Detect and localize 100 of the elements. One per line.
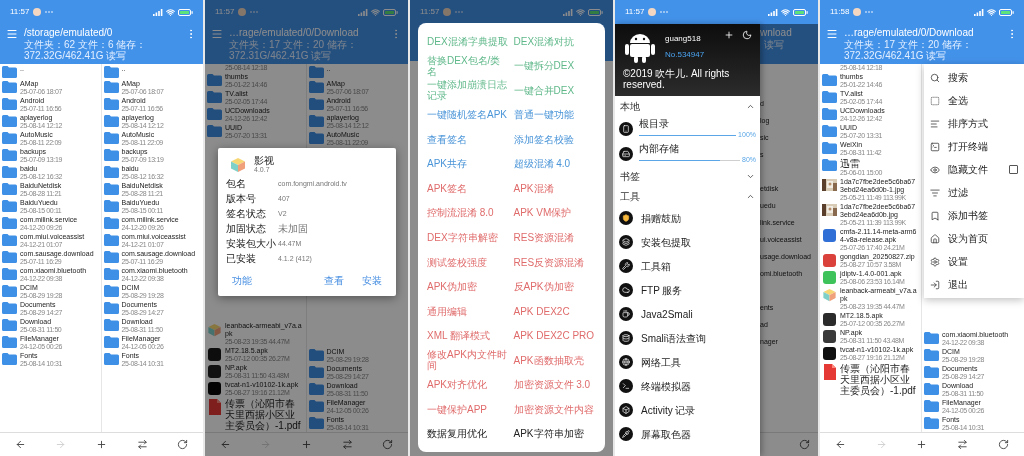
back-icon[interactable] xyxy=(834,439,846,450)
field-label: 安装包大小 xyxy=(226,238,277,250)
checkbox[interactable] xyxy=(1009,165,1018,174)
storage-summary: 文件夹：17 文件：20 储存：372.31G/462.41G 读写 xyxy=(229,39,357,61)
folder-icon xyxy=(308,417,324,429)
status-time: 11:57 xyxy=(420,6,440,18)
swap-icon[interactable] xyxy=(341,439,353,450)
dialog-button[interactable]: 安装 xyxy=(356,271,388,290)
drawer-item[interactable]: 安装包提取 xyxy=(615,230,760,254)
menu-option[interactable]: APK字符串加密 xyxy=(513,421,596,446)
drawer-item[interactable]: 终端模拟器 xyxy=(615,374,760,398)
add-icon[interactable] xyxy=(301,439,312,450)
bookmark-icon xyxy=(930,210,940,221)
folder-icon xyxy=(2,115,17,127)
folder-icon xyxy=(924,366,939,378)
battery-icon xyxy=(178,8,193,16)
refresh-icon[interactable] xyxy=(998,439,1010,450)
eye-icon xyxy=(930,164,940,175)
database-icon xyxy=(619,331,633,345)
menu-item[interactable]: 过滤 xyxy=(924,181,1024,204)
menu-item[interactable]: 打开终端 xyxy=(924,135,1024,158)
drawer-item[interactable]: 屏幕取色器 xyxy=(615,422,760,446)
wifi-icon xyxy=(576,7,585,17)
cloud-icon xyxy=(619,283,633,297)
signal-icon xyxy=(358,8,368,16)
add-icon[interactable] xyxy=(96,439,107,450)
drawer-item[interactable]: 捐赠鼓励 xyxy=(615,206,760,230)
folder-icon xyxy=(2,183,17,195)
folder-icon xyxy=(103,319,119,331)
folder-icon xyxy=(2,285,17,297)
folder-icon xyxy=(2,302,17,314)
folder-icon xyxy=(103,149,119,161)
drawer-item[interactable]: Activity 记录 xyxy=(615,398,760,422)
file-name[interactable]: 传票（沁阳市春天里西据小区业主委员会）-1.pdf xyxy=(225,398,304,431)
cup-icon xyxy=(619,307,633,321)
folder-icon xyxy=(308,366,324,378)
menu-item[interactable]: 搜索 xyxy=(924,66,1024,89)
folder-icon xyxy=(924,383,939,395)
folder-icon xyxy=(2,81,17,93)
cube-icon xyxy=(207,323,222,337)
back-icon[interactable] xyxy=(219,439,231,450)
menu-item[interactable]: 退出 xyxy=(924,273,1024,296)
swap-icon[interactable] xyxy=(136,439,148,450)
menu-item[interactable]: 设为首页 xyxy=(924,227,1024,250)
folder-icon xyxy=(924,349,939,361)
box-icon xyxy=(619,403,633,417)
menu-icon[interactable] xyxy=(826,28,838,40)
signal-icon xyxy=(974,8,984,16)
swap-icon[interactable] xyxy=(957,439,969,450)
refresh-icon[interactable] xyxy=(382,439,394,450)
section-header[interactable]: 本地 xyxy=(615,96,760,116)
section-header[interactable]: 工具 xyxy=(615,186,760,206)
section-header[interactable]: 书签 xyxy=(615,166,760,186)
user-number: No.534947 xyxy=(665,49,705,61)
globe-icon xyxy=(619,355,633,369)
field-label: 版本号 xyxy=(226,193,257,205)
folder-icon xyxy=(2,336,17,348)
drawer-item[interactable]: FTP 服务 xyxy=(615,278,760,302)
folder-icon xyxy=(207,108,222,120)
folder-icon xyxy=(103,81,119,93)
avatar-icon xyxy=(33,8,42,16)
menu-item[interactable]: 全选 xyxy=(924,89,1024,112)
field-label: 签名状态 xyxy=(226,208,267,220)
storage-label[interactable]: 内部存储 xyxy=(639,143,756,154)
drawer-item[interactable]: Java2Smali xyxy=(615,302,760,326)
dialog-button[interactable]: 查看 xyxy=(318,271,350,290)
path-title: …rage/emulated/0/Download xyxy=(844,27,975,39)
menu-option[interactable]: 数据复用优化 xyxy=(427,421,510,446)
refresh-icon[interactable] xyxy=(799,439,810,450)
wifi-icon xyxy=(166,7,175,17)
menu-item[interactable]: 添加书签 xyxy=(924,204,1024,227)
folder-icon xyxy=(103,285,119,297)
drawer-item[interactable]: 工具箱 xyxy=(615,254,760,278)
function-button[interactable]: 功能 xyxy=(226,271,258,290)
folder-icon xyxy=(103,132,119,144)
layers-icon xyxy=(619,235,633,249)
folder-icon xyxy=(207,125,222,137)
folder-icon xyxy=(822,108,837,120)
back-icon[interactable] xyxy=(14,439,26,450)
status-time: 11:57 xyxy=(625,6,645,18)
path-title: wnload xyxy=(760,27,793,39)
status-time: 11:57 xyxy=(215,6,235,18)
folder-icon xyxy=(822,142,837,154)
menu-icon[interactable] xyxy=(6,28,18,40)
add-icon[interactable] xyxy=(916,439,928,450)
drawer-item[interactable]: Smali语法查询 xyxy=(615,326,760,350)
menu-icon[interactable] xyxy=(211,28,223,40)
file-name[interactable]: 迅雷 xyxy=(840,158,919,169)
refresh-icon[interactable] xyxy=(177,439,189,450)
menu-item[interactable]: 排序方式 xyxy=(924,112,1024,135)
file-name[interactable]: 传票（沁阳市春天里西据小区业主委员会）-1.pdf xyxy=(840,363,919,396)
folder-icon xyxy=(822,91,837,103)
menu-item[interactable]: 隐藏文件 xyxy=(924,158,1024,181)
add-icon[interactable] xyxy=(724,30,734,40)
drawer-item[interactable]: 网络工具 xyxy=(615,350,760,374)
menu-item[interactable]: 设置 xyxy=(924,250,1024,273)
folder-icon xyxy=(308,81,324,93)
folder-icon xyxy=(2,200,17,212)
moon-icon[interactable] xyxy=(742,30,752,40)
storage-label[interactable]: 根目录 xyxy=(639,118,756,129)
